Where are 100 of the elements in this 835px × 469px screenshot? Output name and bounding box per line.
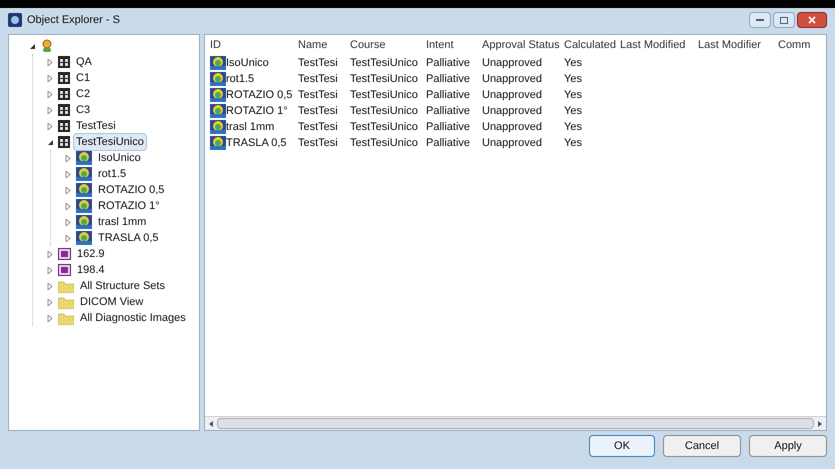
tree-item[interactable]: 198.4 <box>74 260 108 280</box>
minimize-button[interactable] <box>749 12 771 28</box>
tree-item[interactable]: TRASLA 0,5 <box>95 228 162 248</box>
scroll-left-icon[interactable] <box>209 420 214 426</box>
table-cell-text: TestTesiUnico <box>350 136 418 151</box>
tree-item[interactable]: IsoUnico <box>95 148 144 168</box>
table-cell-text: ROTAZIO 1° <box>226 104 288 119</box>
image-series-icon <box>58 248 71 260</box>
column-header[interactable]: Name <box>298 36 350 54</box>
table-cell-text: Yes <box>564 136 582 151</box>
tree-item[interactable]: C2 <box>73 84 94 104</box>
table-cell-text: Unapproved <box>482 104 542 119</box>
tree-item[interactable]: All Structure Sets <box>77 276 168 296</box>
table-cell-text: Unapproved <box>482 88 542 103</box>
table-cell-text: TestTesi <box>298 88 338 103</box>
calendar-icon <box>58 120 70 132</box>
table-cell-text: Unapproved <box>482 72 542 87</box>
plan-icon <box>76 231 92 245</box>
dialog-button[interactable]: OK <box>589 435 655 457</box>
tree-item[interactable]: All Diagnostic Images <box>77 308 189 328</box>
window-title: Object Explorer - S <box>27 12 120 28</box>
tree-item[interactable]: ROTAZIO 0,5 <box>95 180 168 200</box>
table-cell-text: Unapproved <box>482 56 542 71</box>
person-icon <box>40 39 54 53</box>
table-cell-text: IsoUnico <box>226 56 269 71</box>
plan-icon <box>76 183 92 197</box>
app-icon <box>8 13 22 27</box>
plan-icon <box>76 151 92 165</box>
image-series-icon <box>58 264 71 276</box>
tree-item[interactable]: ROTAZIO 1° <box>95 196 163 216</box>
table-cell-text: TestTesiUnico <box>350 120 418 135</box>
table-cell-text: Yes <box>564 56 582 71</box>
table-cell-text: rot1.5 <box>226 72 254 87</box>
plan-icon <box>210 136 226 150</box>
table-cell-text: Palliative <box>426 72 470 87</box>
folder-icon <box>58 296 74 308</box>
table-cell-text: TestTesi <box>298 136 338 151</box>
table-cell-text: Palliative <box>426 56 470 71</box>
dialog-button[interactable]: Cancel <box>663 435 741 457</box>
table-cell-text: Unapproved <box>482 120 542 135</box>
table-cell-text: Yes <box>564 88 582 103</box>
tree-item[interactable]: QA <box>73 52 95 72</box>
table-cell-text: Yes <box>564 72 582 87</box>
column-header[interactable]: Calculated <box>564 36 620 54</box>
horizontal-scrollbar[interactable] <box>205 416 826 430</box>
folder-icon <box>58 312 74 324</box>
plan-icon <box>210 88 226 102</box>
plan-icon <box>210 72 226 86</box>
column-header[interactable]: Last Modified <box>620 36 698 54</box>
calendar-icon <box>58 56 70 68</box>
tree-item[interactable]: rot1.5 <box>95 164 130 184</box>
calendar-icon <box>58 72 70 84</box>
table-cell-text: TestTesiUnico <box>350 56 418 71</box>
close-icon <box>808 16 816 24</box>
close-button[interactable] <box>797 12 827 28</box>
plan-icon <box>210 104 226 118</box>
column-header[interactable]: ID <box>210 36 298 54</box>
tree-item[interactable]: 162.9 <box>74 244 108 264</box>
table-cell-text: Yes <box>564 120 582 135</box>
tree-item[interactable]: C3 <box>73 100 94 120</box>
table-cell-text: ROTAZIO 0,5 <box>226 88 292 103</box>
tree-item[interactable]: trasl 1mm <box>95 212 150 232</box>
table-cell-text: TestTesi <box>298 104 338 119</box>
scroll-right-icon[interactable] <box>817 420 822 426</box>
table-cell-text: TestTesiUnico <box>350 72 418 87</box>
folder-icon <box>58 280 74 292</box>
table-cell-text: Palliative <box>426 136 470 151</box>
table-cell-text: Palliative <box>426 120 470 135</box>
table-cell-text: Palliative <box>426 104 470 119</box>
expander-icon[interactable] <box>47 138 55 146</box>
table-cell-text: TestTesiUnico <box>350 104 418 119</box>
column-header[interactable]: Last Modifier <box>698 36 778 54</box>
dialog-button[interactable]: Apply <box>749 435 827 457</box>
table-cell-text: Unapproved <box>482 136 542 151</box>
table-cell-text: TestTesi <box>298 56 338 71</box>
tree-item[interactable]: TestTesi <box>73 116 119 136</box>
table-cell-text: Palliative <box>426 88 470 103</box>
expander-icon[interactable] <box>29 42 37 50</box>
plan-icon <box>210 56 226 70</box>
tree-item[interactable]: C1 <box>73 68 94 88</box>
plan-icon <box>76 199 92 213</box>
table-cell-text: TRASLA 0,5 <box>226 136 287 151</box>
column-header[interactable]: Course <box>350 36 426 54</box>
column-header[interactable]: Intent <box>426 36 482 54</box>
maximize-button[interactable] <box>773 12 795 28</box>
tree-item[interactable]: DICOM View <box>77 292 146 312</box>
plan-icon <box>210 120 226 134</box>
plan-icon <box>76 215 92 229</box>
calendar-icon <box>58 104 70 116</box>
plan-icon <box>76 167 92 181</box>
tree-item[interactable]: TestTesiUnico <box>73 132 147 152</box>
column-header[interactable]: Comm <box>778 36 826 54</box>
table-cell-text: TestTesiUnico <box>350 88 418 103</box>
table-cell-text: TestTesi <box>298 72 338 87</box>
calendar-icon <box>58 136 70 148</box>
table-cell-text: Yes <box>564 104 582 119</box>
column-header[interactable]: Approval Status <box>482 36 564 54</box>
table-cell-text: TestTesi <box>298 120 338 135</box>
calendar-icon <box>58 88 70 100</box>
table-cell-text: trasl 1mm <box>226 120 274 135</box>
